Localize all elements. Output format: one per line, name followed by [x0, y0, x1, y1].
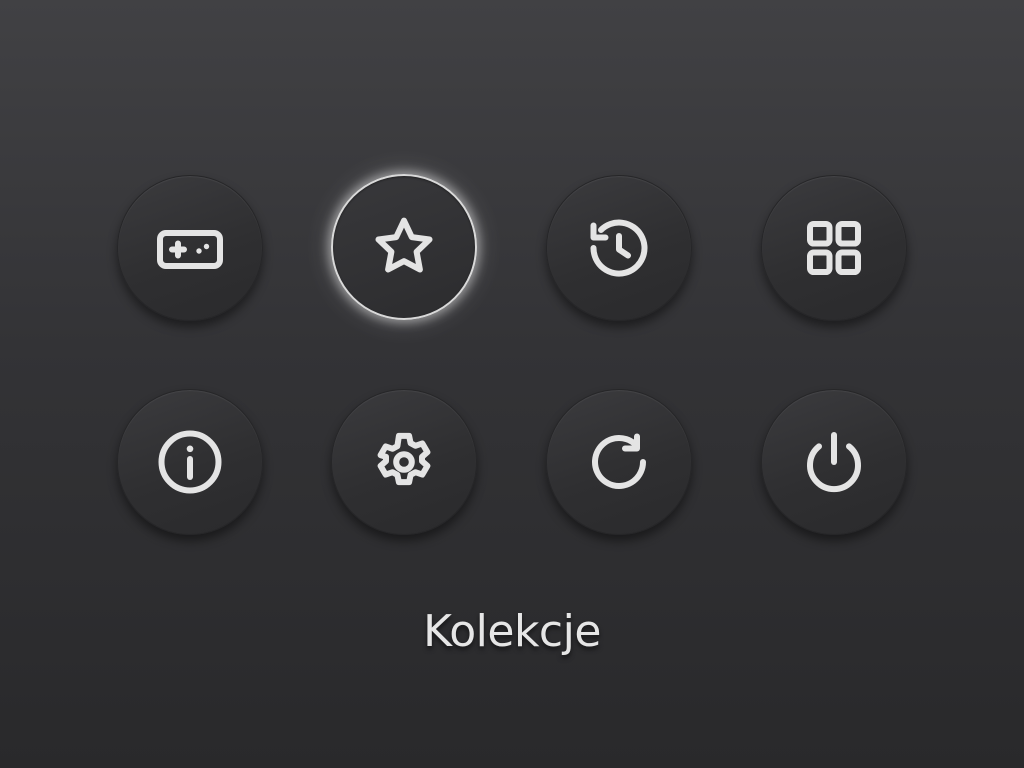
favorites-button[interactable]	[331, 174, 477, 320]
settings-button[interactable]	[331, 389, 477, 535]
history-icon	[583, 212, 655, 284]
history-button[interactable]	[546, 175, 692, 321]
selected-item-label: Kolekcje	[423, 606, 601, 657]
power-icon	[798, 426, 870, 498]
info-icon	[154, 426, 226, 498]
refresh-icon	[583, 426, 655, 498]
games-button[interactable]	[117, 175, 263, 321]
power-button[interactable]	[761, 389, 907, 535]
restart-button[interactable]	[546, 389, 692, 535]
grid-icon	[798, 212, 870, 284]
apps-button[interactable]	[761, 175, 907, 321]
main-menu: Kolekcje	[0, 0, 1024, 768]
star-icon	[368, 211, 440, 283]
gamepad-icon	[154, 212, 226, 284]
gear-icon	[368, 426, 440, 498]
info-button[interactable]	[117, 389, 263, 535]
